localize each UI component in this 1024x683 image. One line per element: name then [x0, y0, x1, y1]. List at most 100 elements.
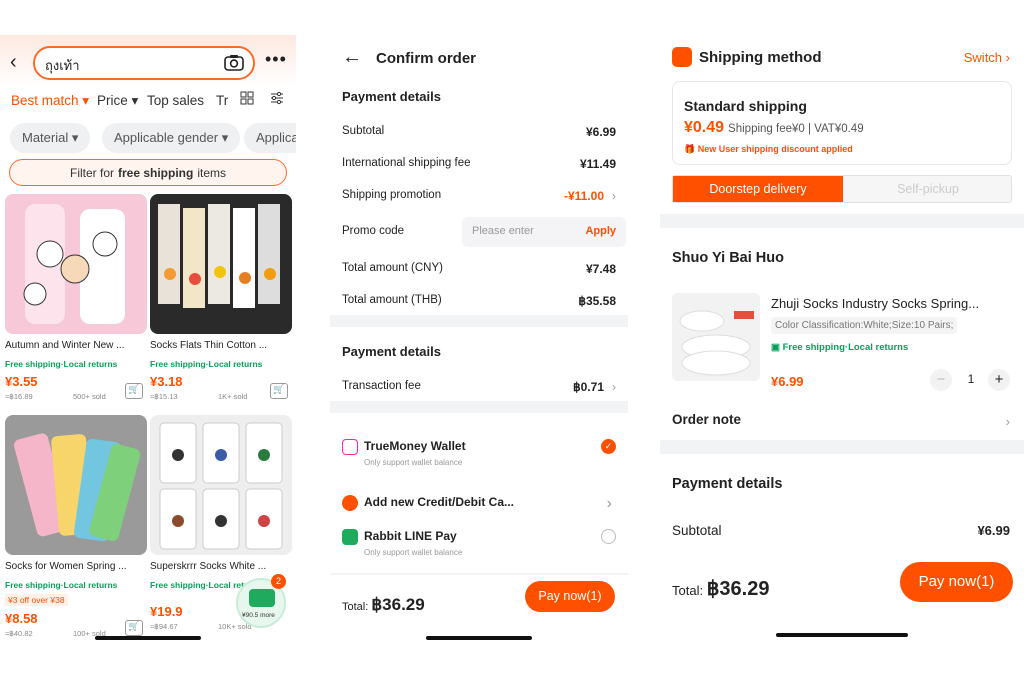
section-title: Shipping method [699, 49, 822, 66]
payment-details-section: Payment details Subtotal ¥6.99 Internatio… [330, 81, 628, 315]
subtotal-value: ¥6.99 [977, 523, 1010, 538]
product-title: Socks for Women Spring ... [5, 561, 127, 572]
product-image [5, 194, 147, 334]
chevron-right-icon[interactable]: › [1006, 414, 1010, 429]
selected-radio[interactable]: ✓ [601, 439, 616, 454]
confirm-order-header: ← Confirm order [330, 35, 628, 81]
product-name[interactable]: Zhuji Socks Industry Socks Spring... [771, 296, 1011, 311]
checkout-footer: Total: ฿36.29 Pay now(1) [330, 575, 628, 650]
chevron-right-icon: › [606, 495, 612, 512]
total-amount: Total: ฿36.29 [342, 595, 425, 614]
chevron-right-icon: › [612, 189, 616, 203]
total-thb-row: Total amount (THB) ฿35.58 [342, 294, 616, 308]
cart-count-badge: 2 [271, 574, 286, 589]
add-to-cart-icon[interactable]: 🛒 [125, 620, 143, 636]
truck-icon [672, 47, 692, 67]
transaction-fee-row[interactable]: Transaction fee ฿0.71 › [342, 380, 616, 394]
switch-button[interactable]: Switch › [964, 50, 1010, 65]
shipping-method-section: Shipping method Switch › Standard shippi… [660, 35, 1024, 213]
search-input[interactable]: ถุงเท้า [33, 46, 255, 80]
search-query: ถุงเท้า [45, 58, 80, 73]
order-note[interactable]: Order note [672, 412, 741, 427]
product-image[interactable] [672, 293, 760, 381]
chip-gender[interactable]: Applicable gender ▾ [102, 123, 241, 153]
pay-now-button[interactable]: Pay now(1) [900, 562, 1013, 602]
add-to-cart-icon[interactable]: 🛒 [270, 383, 288, 399]
delivery-type-tabs: Doorstep delivery Self-pickup [672, 175, 1012, 203]
total-amount: Total: ฿36.29 [672, 578, 770, 600]
home-indicator [426, 636, 532, 640]
promo-code-input[interactable]: Please enter Apply [462, 217, 626, 247]
unselected-radio[interactable] [601, 529, 616, 544]
add-to-cart-icon[interactable]: 🛒 [125, 383, 143, 399]
free-shipping-filter[interactable]: Filter for free shipping items [9, 159, 287, 186]
divider [660, 214, 1024, 228]
quantity-stepper: − 1 + [930, 369, 1014, 391]
discount-tag: ¥3 off over ¥38 [5, 594, 68, 606]
section-title: Payment details [672, 476, 783, 492]
subtotal-row: Subtotal ¥6.99 [342, 125, 616, 139]
free-shipping-badge: ▣ Free shipping·Local returns [771, 342, 909, 353]
price-meta: ≈฿15.13 1K+ sold 🛒 [150, 383, 292, 401]
sort-bar: Best match ▾ Price ▾ Top sales Tr [0, 89, 296, 113]
search-results-screen: ‹ ถุงเท้า ••• Best match ▾ Price ▾ Top s… [0, 35, 296, 650]
product-image [5, 415, 147, 555]
free-shipping-badge: Free shipping·Local returns [5, 580, 118, 590]
section-title: Payment details [342, 89, 441, 104]
product-title: Autumn and Winter New ... [5, 340, 125, 351]
promo-code-row: Promo code Please enter Apply [342, 217, 626, 247]
section-title: Payment details [342, 344, 441, 359]
grid-view-icon[interactable] [240, 91, 254, 108]
card-icon [342, 495, 358, 511]
apply-button[interactable]: Apply [585, 225, 616, 237]
chevron-right-icon: › [612, 380, 616, 394]
search-header: ‹ ถุงเท้า ••• [0, 35, 296, 87]
shipping-promotion-row[interactable]: Shipping promotion -¥11.00 › [342, 189, 616, 203]
price-meta: ≈฿16.89 500+ sold 🛒 [5, 383, 147, 401]
product-card[interactable]: Socks Flats Thin Cotton ... Free shippin… [150, 194, 292, 401]
free-shipping-badge: Free shipping·Local returns [5, 359, 118, 369]
increase-button[interactable]: + [988, 369, 1010, 391]
more-options-icon[interactable]: ••• [265, 49, 287, 70]
transaction-section: Payment details Transaction fee ฿0.71 › [330, 327, 628, 401]
pay-now-button[interactable]: Pay now(1) [525, 581, 615, 612]
payment-methods: TrueMoney Wallet Only support wallet bal… [330, 413, 628, 573]
back-arrow-icon[interactable]: ‹ [10, 51, 17, 74]
product-image [150, 415, 292, 555]
sort-top-sales[interactable]: Top sales [147, 93, 204, 108]
tab-doorstep-delivery[interactable]: Doorstep delivery [673, 176, 843, 202]
product-card[interactable]: Autumn and Winter New ... Free shipping·… [5, 194, 147, 401]
sort-best-match[interactable]: Best match ▾ [11, 93, 89, 109]
product-title: Superskrrr Socks White ... [150, 561, 267, 572]
shipping-fee: ¥0.49 Shipping fee¥0 | VAT¥0.49 [684, 119, 864, 136]
sort-truncated[interactable]: Tr [216, 93, 228, 108]
discount-note: 🎁 New User shipping discount applied [684, 144, 853, 154]
subtotal-label: Subtotal [672, 523, 722, 538]
product-price: ¥6.99 [771, 374, 804, 389]
quantity-value: 1 [967, 372, 975, 386]
product-title: Socks Flats Thin Cotton ... [150, 340, 268, 351]
truck-icon [249, 589, 275, 607]
product-variant[interactable]: Color Classification:White;Size:10 Pairs… [771, 317, 958, 334]
home-indicator [95, 636, 201, 640]
home-indicator [776, 633, 908, 637]
chip-applicable[interactable]: Applica [244, 123, 296, 153]
free-shipping-remaining: ¥90.5 more [242, 612, 275, 619]
filter-icon[interactable] [270, 91, 284, 108]
rabbit-line-pay-icon [342, 529, 358, 545]
store-name: Shuo Yi Bai Huo [672, 250, 784, 266]
chip-material[interactable]: Material ▾ [10, 123, 91, 153]
camera-icon[interactable] [223, 52, 245, 74]
free-shipping-progress-button[interactable]: 2 ¥90.5 more [236, 574, 286, 628]
decrease-button[interactable]: − [930, 369, 952, 391]
tab-self-pickup[interactable]: Self-pickup [843, 176, 1013, 202]
back-arrow-icon[interactable]: ← [342, 46, 362, 69]
page-title: Confirm order [376, 50, 477, 67]
product-card[interactable]: Socks for Women Spring ... Free shipping… [5, 415, 147, 638]
standard-shipping-card[interactable]: Standard shipping ¥0.49 Shipping fee¥0 | … [672, 81, 1012, 165]
product-image [150, 194, 292, 334]
divider [660, 440, 1024, 454]
confirm-order-screen: ← Confirm order Payment details Subtotal… [330, 35, 628, 650]
intl-shipping-row: International shipping fee ¥11.49 [342, 157, 616, 171]
sort-price[interactable]: Price ▾ [97, 93, 138, 109]
